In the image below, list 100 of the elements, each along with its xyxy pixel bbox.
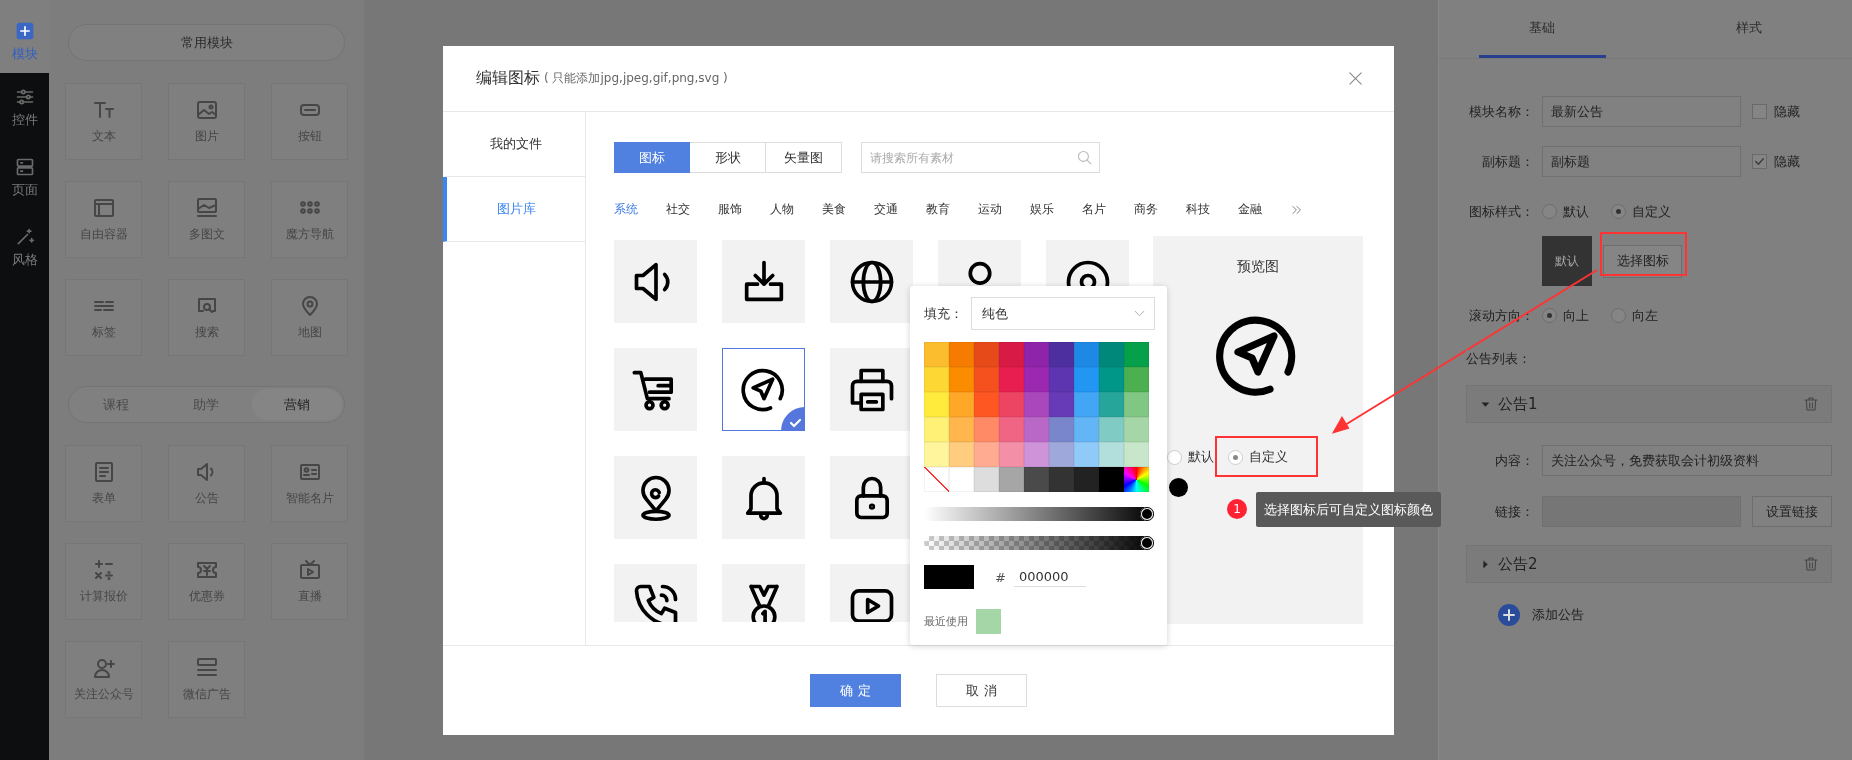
color-swatch[interactable] bbox=[974, 367, 999, 392]
sidebar-item[interactable]: 风格 bbox=[0, 213, 49, 283]
tab[interactable]: 基础 bbox=[1478, 0, 1606, 58]
color-swatch[interactable] bbox=[924, 367, 949, 392]
color-swatch[interactable] bbox=[1074, 417, 1099, 442]
color-swatch[interactable] bbox=[1049, 467, 1074, 492]
color-swatch[interactable] bbox=[1099, 417, 1124, 442]
color-swatch[interactable] bbox=[1024, 342, 1049, 367]
icon-tile[interactable] bbox=[614, 348, 697, 431]
icon-tile[interactable] bbox=[722, 456, 805, 539]
category-tab[interactable]: 营销 bbox=[251, 389, 342, 420]
color-swatch[interactable] bbox=[1124, 367, 1149, 392]
module-tile[interactable]: 文本 bbox=[65, 83, 142, 160]
color-swatch[interactable] bbox=[949, 417, 974, 442]
color-swatch[interactable] bbox=[1049, 367, 1074, 392]
color-swatch[interactable] bbox=[974, 392, 999, 417]
color-swatch[interactable] bbox=[1024, 417, 1049, 442]
sidebar-item[interactable]: 页面 bbox=[0, 143, 49, 213]
confirm-button[interactable]: 确 定 bbox=[810, 674, 901, 707]
module-tile[interactable]: 搜索 bbox=[168, 279, 245, 356]
radio-button[interactable] bbox=[1611, 204, 1626, 219]
color-swatch[interactable] bbox=[924, 342, 949, 367]
color-swatch[interactable] bbox=[1074, 467, 1099, 492]
icon-tile[interactable] bbox=[722, 348, 805, 431]
recent-swatch[interactable] bbox=[976, 609, 1001, 634]
module-tile[interactable]: 标签 bbox=[65, 279, 142, 356]
radio-button[interactable] bbox=[1542, 308, 1557, 323]
color-swatch[interactable] bbox=[974, 342, 999, 367]
fill-dropdown[interactable]: 纯色 bbox=[971, 297, 1155, 330]
spectrum-swatch[interactable] bbox=[1124, 467, 1149, 492]
hex-field[interactable]: 000000 bbox=[1013, 567, 1086, 587]
slider-thumb[interactable] bbox=[1140, 536, 1154, 550]
icon-tile[interactable] bbox=[830, 240, 913, 323]
icon-tile[interactable] bbox=[722, 240, 805, 323]
color-swatch[interactable] bbox=[949, 467, 974, 492]
brightness-slider[interactable] bbox=[924, 507, 1154, 521]
category-link[interactable]: 美食 bbox=[822, 201, 846, 218]
icon-tile[interactable] bbox=[830, 456, 913, 539]
search-field[interactable]: 请搜索所有素材 bbox=[861, 142, 1100, 173]
color-swatch[interactable] bbox=[949, 367, 974, 392]
color-swatch[interactable] bbox=[1049, 392, 1074, 417]
color-swatch[interactable] bbox=[999, 467, 1024, 492]
color-swatch[interactable] bbox=[1124, 342, 1149, 367]
opacity-slider[interactable] bbox=[924, 536, 1154, 550]
icon-tile[interactable] bbox=[614, 240, 697, 323]
category-link[interactable]: 娱乐 bbox=[1030, 201, 1054, 218]
category-link[interactable]: 社交 bbox=[666, 201, 690, 218]
color-swatch[interactable] bbox=[949, 392, 974, 417]
color-swatch[interactable] bbox=[1049, 342, 1074, 367]
trash-icon[interactable] bbox=[1803, 396, 1819, 412]
category-link[interactable]: 名片 bbox=[1082, 201, 1106, 218]
category-link[interactable]: 交通 bbox=[874, 201, 898, 218]
color-swatch[interactable] bbox=[999, 392, 1024, 417]
color-swatch[interactable] bbox=[1049, 442, 1074, 467]
caret-icon[interactable] bbox=[1481, 399, 1490, 409]
category-link[interactable]: 系统 bbox=[614, 201, 638, 218]
color-swatch[interactable] bbox=[999, 417, 1024, 442]
color-swatch[interactable] bbox=[1099, 467, 1124, 492]
name-field[interactable]: 最新公告 bbox=[1542, 96, 1741, 127]
color-swatch[interactable] bbox=[1024, 442, 1049, 467]
checkbox[interactable] bbox=[1752, 104, 1767, 119]
tab[interactable]: 图标 bbox=[614, 142, 690, 173]
color-swatch[interactable] bbox=[999, 342, 1024, 367]
tab[interactable]: 形状 bbox=[690, 142, 766, 173]
color-swatch[interactable] bbox=[974, 467, 999, 492]
color-swatch[interactable] bbox=[1099, 342, 1124, 367]
accordion-header[interactable]: 公告2 bbox=[1466, 545, 1832, 583]
category-link[interactable]: 人物 bbox=[770, 201, 794, 218]
cancel-button[interactable]: 取 消 bbox=[936, 674, 1027, 707]
category-link[interactable]: 服饰 bbox=[718, 201, 742, 218]
set-link-button[interactable]: 设置链接 bbox=[1752, 496, 1832, 527]
nav-item[interactable]: 我的文件 bbox=[443, 112, 585, 177]
color-swatch[interactable] bbox=[974, 417, 999, 442]
tab[interactable]: 样式 bbox=[1685, 0, 1813, 58]
close-icon[interactable] bbox=[1347, 70, 1364, 87]
color-swatch[interactable] bbox=[924, 442, 949, 467]
trash-icon[interactable] bbox=[1803, 556, 1819, 572]
tab[interactable]: 矢量图 bbox=[766, 142, 842, 173]
color-swatch[interactable] bbox=[1074, 392, 1099, 417]
subtitle-field[interactable]: 副标题 bbox=[1542, 146, 1741, 177]
color-swatch[interactable] bbox=[1024, 392, 1049, 417]
color-swatch[interactable] bbox=[974, 442, 999, 467]
category-link[interactable]: 商务 bbox=[1134, 201, 1158, 218]
color-swatch[interactable] bbox=[1074, 342, 1099, 367]
add-notice-link[interactable]: 添加公告 bbox=[1532, 606, 1584, 624]
content-field[interactable]: 关注公众号，免费获取会计初级资料 bbox=[1542, 445, 1832, 476]
accordion-header[interactable]: 公告1 bbox=[1466, 385, 1832, 423]
color-swatch[interactable] bbox=[1049, 417, 1074, 442]
category-link[interactable]: 金融 bbox=[1238, 201, 1262, 218]
category-link[interactable]: 运动 bbox=[978, 201, 1002, 218]
color-swatch[interactable] bbox=[1074, 367, 1099, 392]
category-link[interactable]: 科技 bbox=[1186, 201, 1210, 218]
color-swatch[interactable] bbox=[1074, 442, 1099, 467]
checkbox[interactable] bbox=[1752, 154, 1767, 169]
color-swatch[interactable] bbox=[999, 442, 1024, 467]
color-swatch[interactable] bbox=[924, 417, 949, 442]
color-swatch[interactable] bbox=[1024, 367, 1049, 392]
color-swatch[interactable] bbox=[924, 392, 949, 417]
color-dot[interactable] bbox=[1169, 478, 1188, 497]
color-swatch[interactable] bbox=[1024, 467, 1049, 492]
